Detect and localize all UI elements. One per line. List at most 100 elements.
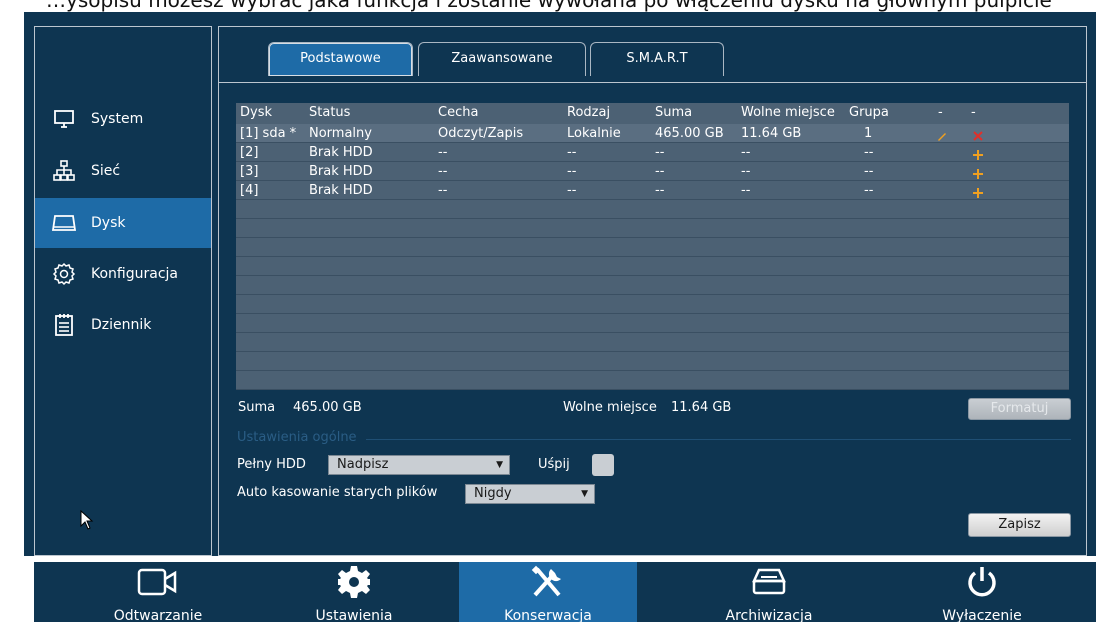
tab-zaawansowane[interactable]: Zaawansowane [418,42,586,76]
sidebar-item-label: Konfiguracja [91,266,179,282]
tools-icon [459,565,637,598]
table-row-empty [236,314,1069,333]
section-divider [366,439,1071,440]
gear-icon [51,261,77,287]
cell-type: Lokalnie [567,126,621,141]
log-icon [51,312,77,338]
cell-free: -- [741,164,751,179]
column-header: Status [309,105,351,120]
sidebar-item-dziennik[interactable]: Dziennik [35,300,211,350]
cell-feature: -- [438,145,448,160]
cell-total: -- [655,164,665,179]
auto-delete-label: Auto kasowanie starych plików [237,485,438,500]
instruction-text: …ysopisu możesz wybrać jaka funkcja i zo… [46,0,1052,12]
cell-group: -- [864,145,874,160]
table-row-empty [236,257,1069,276]
cell-status: Brak HDD [309,145,373,160]
tab-smart[interactable]: S.M.A.R.T [590,42,724,76]
cell-type: -- [567,183,577,198]
table-row-empty [236,371,1069,390]
cell-feature: -- [438,183,448,198]
cell-free: 11.64 GB [741,126,802,141]
cell-free: -- [741,145,751,160]
cell-disk: [1] sda * [240,126,297,141]
cell-total: -- [655,183,665,198]
sidebar-item-label: Sieć [91,163,121,179]
table-row[interactable]: [1] sda * Normalny Odczyt/Zapis Lokalnie… [236,124,1069,143]
disk-table: Dysk Status Cecha Rodzaj Suma Wolne miej… [236,103,1069,390]
total-value: 465.00 GB [293,400,362,415]
tab-podstawowe[interactable]: Podstawowe [268,42,413,76]
sidebar-item-label: System [91,111,144,127]
cell-group: 1 [864,126,873,141]
column-header: - [971,105,976,120]
column-header: Suma [655,105,693,120]
cell-type: -- [567,145,577,160]
total-label: Suma [238,400,276,415]
free-label: Wolne miejsce [563,400,657,415]
save-button[interactable]: Zapisz [968,513,1071,537]
auto-delete-value: Nigdy [474,486,512,501]
auto-delete-select[interactable]: Nigdy ▼ [465,484,595,504]
monitor-icon [51,106,77,132]
cell-status: Brak HDD [309,164,373,179]
cell-total: 465.00 GB [655,126,724,141]
hdd-icon [51,210,77,236]
column-header: Wolne miejsce [741,105,835,120]
table-row-empty [236,295,1069,314]
cell-status: Normalny [309,126,372,141]
full-hdd-select[interactable]: Nadpisz ▼ [328,455,510,475]
cell-type: -- [567,164,577,179]
cell-disk: [3] [240,164,259,179]
table-row-empty [236,238,1069,257]
bottom-item-ustawienia[interactable]: Ustawienia [268,562,440,624]
table-row[interactable]: [2] Brak HDD -- -- -- -- -- [236,143,1069,162]
table-row-empty [236,352,1069,371]
general-settings-title: Ustawienia ogólne [237,430,357,445]
sidebar-item-dysk[interactable]: Dysk [35,198,211,248]
bottom-item-konserwacja[interactable]: Konserwacja [459,562,637,624]
cell-status: Brak HDD [309,183,373,198]
cell-disk: [4] [240,183,259,198]
full-hdd-label: Pełny HDD [237,457,306,472]
cell-free: -- [741,183,751,198]
cell-total: -- [655,145,665,160]
settings-gear-icon [268,566,440,598]
column-header: Grupa [849,105,889,120]
sidebar-item-label: Dziennik [91,317,152,333]
sleep-label: Uśpij [538,457,570,472]
column-header: Dysk [240,105,273,120]
power-icon [896,566,1068,598]
chevron-down-icon: ▼ [581,489,588,499]
chevron-down-icon: ▼ [496,460,503,470]
table-row-empty [236,276,1069,295]
sidebar-item-siec[interactable]: Sieć [35,146,211,196]
table-row[interactable]: [3] Brak HDD -- -- -- -- -- [236,162,1069,181]
sleep-checkbox[interactable] [592,454,614,476]
cell-disk: [2] [240,145,259,160]
cell-feature: Odczyt/Zapis [438,126,524,141]
full-hdd-value: Nadpisz [337,457,389,472]
table-row-empty [236,333,1069,352]
table-row-empty [236,219,1069,238]
bottom-item-odtwarzanie[interactable]: Odtwarzanie [72,562,244,624]
cell-group: -- [864,164,874,179]
bottom-item-wylaczenie[interactable]: Wyłaczenie [896,562,1068,624]
camera-icon [72,566,244,598]
column-header: Rodzaj [567,105,611,120]
format-button[interactable]: Formatuj [968,398,1071,420]
archive-icon [683,566,855,598]
mouse-cursor-icon [80,509,94,534]
sidebar-item-label: Dysk [91,215,126,231]
network-icon [51,158,77,184]
table-row-empty [236,200,1069,219]
cell-group: -- [864,183,874,198]
sidebar-item-system[interactable]: System [35,94,211,144]
column-header: Cecha [438,105,479,120]
free-value: 11.64 GB [671,400,732,415]
sidebar-item-konfiguracja[interactable]: Konfiguracja [35,249,211,299]
bottom-item-archiwizacja[interactable]: Archiwizacja [683,562,855,624]
column-header: - [938,105,943,120]
cell-feature: -- [438,164,448,179]
table-row[interactable]: [4] Brak HDD -- -- -- -- -- [236,181,1069,200]
